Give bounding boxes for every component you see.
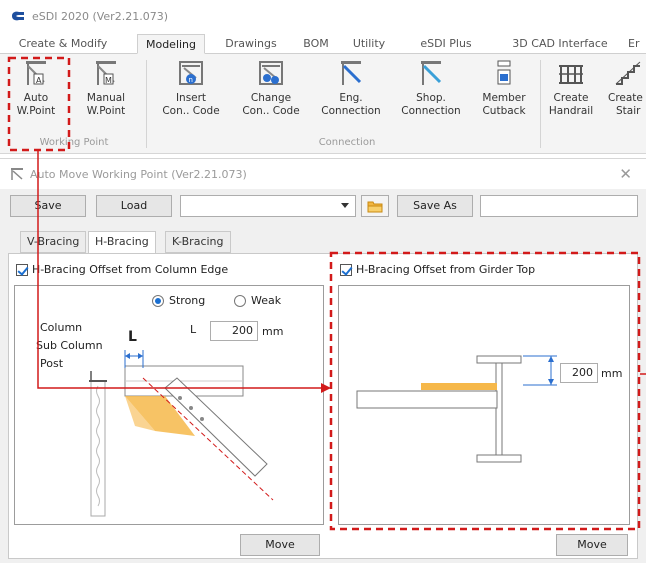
dialog-title: Auto Move Working Point (Ver2.21.073)	[30, 167, 247, 181]
tab-h-bracing[interactable]: H-Bracing	[88, 231, 156, 254]
create-handrail-label-1: Create	[553, 92, 589, 104]
tab-k-bracing[interactable]: K-Bracing	[165, 231, 231, 253]
svg-text:M: M	[105, 76, 112, 85]
manual-wpoint-label-2: W.Point	[86, 105, 126, 117]
stair-icon	[615, 61, 641, 85]
weak-radio-label: Weak	[251, 294, 282, 307]
member-cutback-button[interactable]: Member Cutback	[476, 58, 532, 132]
member-label-column: Column	[40, 321, 83, 334]
shop-connection-icon	[421, 61, 442, 85]
insert-code-label-2: Con.. Code	[162, 105, 220, 117]
shop-connection-button[interactable]: Shop. Connection	[398, 58, 464, 132]
member-cutback-label-2: Cutback	[482, 105, 526, 117]
tab-bom[interactable]: BOM	[300, 34, 332, 54]
girder-offset-unit: mm	[601, 367, 623, 380]
app-title-bar: eSDI 2020 (Ver2.21.073)	[0, 0, 646, 32]
manual-wpoint-button[interactable]: M Manual W.Point	[80, 58, 132, 132]
member-cutback-label-1: Member	[482, 92, 526, 104]
open-folder-button[interactable]	[361, 195, 389, 217]
member-label-sub-column: Sub Column	[36, 339, 103, 352]
shop-connection-label-2: Connection	[401, 105, 461, 117]
auto-wpoint-button[interactable]: A Auto W.Point	[10, 58, 62, 132]
shop-connection-label-1: Shop.	[416, 92, 446, 104]
chevron-down-icon	[341, 203, 349, 208]
girder-top-diagram-panel	[338, 285, 630, 525]
radio-unselected-icon	[234, 294, 246, 307]
eng-connection-icon	[341, 61, 362, 85]
tab-esdi-plus[interactable]: eSDI Plus	[417, 34, 475, 54]
girder-top-checkbox[interactable]: H-Bracing Offset from Girder Top	[340, 263, 535, 276]
dimension-l-label: L	[128, 329, 137, 345]
save-as-name-input[interactable]	[480, 195, 638, 217]
auto-wpoint-icon: A	[26, 61, 46, 85]
ribbon-tab-bar: Create & Modify Modeling Drawings BOM Ut…	[0, 32, 646, 54]
l-value-input[interactable]: 200	[210, 321, 258, 341]
close-icon[interactable]: ✕	[619, 165, 632, 183]
auto-wpoint-label-2: W.Point	[16, 105, 56, 117]
working-point-group-label: Working Point	[39, 137, 109, 148]
create-stair-button[interactable]: Create Stair	[608, 58, 646, 132]
svg-text:n: n	[189, 76, 193, 84]
svg-text:A: A	[36, 76, 42, 85]
insert-code-label-1: Insert	[175, 92, 207, 104]
tab-v-bracing[interactable]: V-Bracing	[20, 231, 87, 253]
handrail-icon	[559, 65, 583, 84]
girder-top-checkbox-label: H-Bracing Offset from Girder Top	[356, 263, 536, 276]
ribbon-group-separator	[146, 60, 147, 148]
column-edge-checkbox-label: H-Bracing Offset from Column Edge	[32, 263, 229, 276]
preset-dropdown[interactable]	[180, 195, 356, 217]
save-as-button[interactable]: Save As	[397, 195, 473, 217]
create-stair-label-2: Stair	[616, 105, 641, 117]
create-handrail-label-2: Handrail	[548, 105, 594, 117]
column-edge-checkbox[interactable]: H-Bracing Offset from Column Edge	[16, 263, 228, 276]
change-connection-code-button[interactable]: Change Con.. Code	[238, 58, 304, 132]
auto-wpoint-label-1: Auto	[23, 92, 49, 104]
dialog-title-bar: Auto Move Working Point (Ver2.21.073) ✕	[0, 159, 646, 189]
move-left-button[interactable]: Move	[240, 534, 320, 556]
auto-move-working-point-dialog: Auto Move Working Point (Ver2.21.073) ✕ …	[0, 158, 646, 563]
load-button[interactable]: Load	[96, 195, 172, 217]
ribbon-panel: A Auto W.Point M Manual W.Point Working …	[0, 54, 646, 154]
folder-icon	[367, 201, 383, 213]
insert-connection-icon: n	[179, 61, 203, 85]
eng-connection-label-1: Eng.	[339, 92, 363, 104]
eng-connection-button[interactable]: Eng. Connection	[318, 58, 384, 132]
tab-3d-cad-interface[interactable]: 3D CAD Interface	[504, 34, 616, 54]
tab-utility[interactable]: Utility	[349, 34, 389, 54]
l-unit-label: mm	[262, 325, 284, 338]
manual-wpoint-label-1: Manual	[86, 92, 126, 104]
girder-top-diagram	[356, 355, 557, 463]
app-title: eSDI 2020 (Ver2.21.073)	[32, 9, 168, 23]
tab-modeling[interactable]: Modeling	[137, 34, 205, 54]
radio-selected-icon	[152, 294, 164, 307]
girder-offset-input[interactable]: 200	[560, 363, 598, 383]
member-label-post: Post	[40, 357, 64, 370]
connection-group-label: Connection	[318, 137, 376, 148]
change-code-label-1: Change	[250, 92, 292, 104]
dialog-app-icon	[11, 168, 23, 180]
eng-connection-label-2: Connection	[321, 105, 381, 117]
save-button[interactable]: Save	[10, 195, 86, 217]
create-stair-label-1: Create	[608, 92, 643, 104]
change-code-label-2: Con.. Code	[242, 105, 300, 117]
tab-create-modify[interactable]: Create & Modify	[10, 34, 116, 54]
insert-connection-code-button[interactable]: n Insert Con.. Code	[158, 58, 224, 132]
manual-wpoint-icon: M	[96, 61, 116, 85]
tab-truncated[interactable]: Er	[628, 34, 646, 54]
esdi-logo-icon	[12, 11, 24, 21]
checkmark-icon	[340, 263, 352, 276]
tab-drawings[interactable]: Drawings	[219, 34, 283, 54]
member-cutback-icon	[497, 60, 511, 85]
l-field-label: L	[190, 323, 197, 336]
weak-radio[interactable]: Weak	[234, 294, 281, 307]
ribbon-group-separator	[540, 60, 541, 148]
change-connection-icon	[259, 61, 283, 85]
checkmark-icon	[16, 263, 28, 276]
create-handrail-button[interactable]: Create Handrail	[546, 58, 596, 132]
move-right-button[interactable]: Move	[556, 534, 628, 556]
strong-radio[interactable]: Strong	[152, 294, 205, 307]
strong-radio-label: Strong	[169, 294, 206, 307]
